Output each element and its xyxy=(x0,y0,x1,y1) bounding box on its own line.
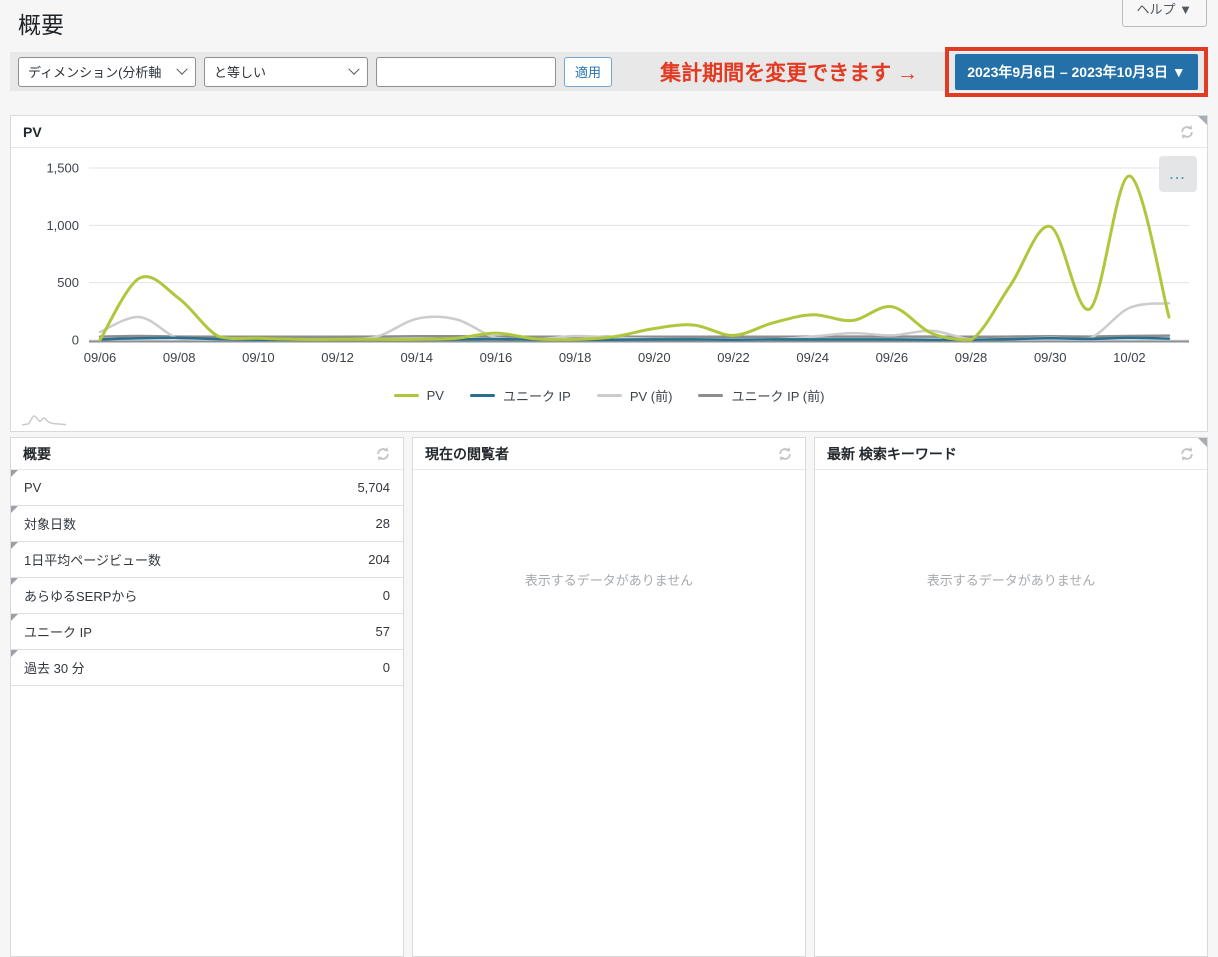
refresh-icon[interactable] xyxy=(777,446,793,462)
legend-swatch xyxy=(470,394,495,397)
corner-fold-icon xyxy=(11,614,18,621)
pv-panel-title: PV xyxy=(23,124,42,140)
corner-fold-icon xyxy=(11,506,18,513)
table-row: PV 5,704 xyxy=(11,470,403,506)
svg-text:09/30: 09/30 xyxy=(1034,350,1067,365)
legend-swatch xyxy=(597,394,622,397)
svg-text:09/28: 09/28 xyxy=(955,350,988,365)
table-row: 対象日数 28 xyxy=(11,506,403,542)
svg-text:09/16: 09/16 xyxy=(480,350,513,365)
svg-text:09/08: 09/08 xyxy=(163,350,196,365)
svg-text:09/06: 09/06 xyxy=(84,350,117,365)
current-visitors-panel: 現在の閲覧者 表示するデータがありません xyxy=(412,437,806,957)
current-visitors-header: 現在の閲覧者 xyxy=(413,438,805,470)
help-button-label: ヘルプ ▼ xyxy=(1137,0,1192,18)
legend-swatch xyxy=(394,394,419,397)
svg-text:09/10: 09/10 xyxy=(242,350,275,365)
legend-item[interactable]: ユニーク IP xyxy=(470,386,571,405)
svg-text:09/18: 09/18 xyxy=(559,350,592,365)
svg-text:09/22: 09/22 xyxy=(717,350,750,365)
annotation-text: 集計期間を変更できます → xyxy=(660,57,918,87)
empty-state-text: 表示するデータがありません xyxy=(413,470,805,589)
latest-keywords-header: 最新 検索キーワード xyxy=(815,438,1207,470)
apply-button[interactable]: 適用 xyxy=(564,57,612,87)
pv-chart-panel: PV 0 500 1,000 1,500 09/06 09/08 09/10 09/12 09/… xyxy=(10,115,1208,432)
corner-fold-icon xyxy=(11,542,18,549)
date-range-button[interactable]: 2023年9月6日 – 2023年10月3日 ▼ xyxy=(955,54,1198,90)
metric-value: 28 xyxy=(376,516,390,531)
empty-state-text: 表示するデータがありません xyxy=(815,470,1207,589)
metric-value: 204 xyxy=(368,552,390,567)
svg-text:09/12: 09/12 xyxy=(321,350,354,365)
metric-label: ユニーク IP xyxy=(24,622,92,641)
chart-options-button[interactable]: ... xyxy=(1159,156,1197,192)
filter-value-input[interactable] xyxy=(376,57,556,87)
summary-panel: 概要 PV 5,704 対象日数 28 1日平均ページビュー数 204 あらゆるSERPから… xyxy=(10,437,404,957)
metric-label: 1日平均ページビュー数 xyxy=(24,550,161,569)
chart-legend: PV ユニーク IP PV (前) ユニーク IP (前) xyxy=(11,386,1207,405)
latest-keywords-title: 最新 検索キーワード xyxy=(827,444,957,464)
summary-panel-header: 概要 xyxy=(11,438,403,470)
help-button[interactable]: ヘルプ ▼ xyxy=(1122,0,1207,27)
table-row: あらゆるSERPから 0 xyxy=(11,578,403,614)
pv-line-chart: 0 500 1,000 1,500 09/06 09/08 09/10 09/12 09/14 0… xyxy=(11,150,1207,380)
metric-label: あらゆるSERPから xyxy=(24,586,137,605)
refresh-icon[interactable] xyxy=(1179,446,1195,462)
svg-text:10/02: 10/02 xyxy=(1113,350,1146,365)
latest-keywords-panel: 最新 検索キーワード 表示するデータがありません xyxy=(814,437,1208,957)
sparkline-icon xyxy=(21,410,67,428)
chevron-down-icon xyxy=(176,63,187,74)
pv-panel-header: PV xyxy=(11,116,1207,148)
table-row: 過去 30 分 0 xyxy=(11,650,403,686)
chevron-down-icon xyxy=(348,63,359,74)
svg-text:1,500: 1,500 xyxy=(46,161,79,176)
dimension-select[interactable]: ディメンション(分析軸 xyxy=(18,57,196,87)
legend-item[interactable]: ユニーク IP (前) xyxy=(698,386,824,405)
legend-label: ユニーク IP (前) xyxy=(731,386,824,405)
page-title: 概要 xyxy=(18,6,64,40)
corner-fold-icon xyxy=(11,650,18,657)
filter-bar: ディメンション(分析軸 と等しい 適用 集計期間を変更できます → 2023年9… xyxy=(10,52,1208,91)
legend-label: PV xyxy=(427,388,444,403)
svg-text:09/24: 09/24 xyxy=(796,350,829,365)
corner-fold-icon xyxy=(11,578,18,585)
corner-fold-icon xyxy=(1198,438,1207,447)
legend-label: ユニーク IP xyxy=(503,386,571,405)
summary-panel-title: 概要 xyxy=(23,444,51,464)
bottom-panels-row: 概要 PV 5,704 対象日数 28 1日平均ページビュー数 204 あらゆるSERPから… xyxy=(10,437,1208,957)
svg-text:09/26: 09/26 xyxy=(876,350,909,365)
svg-text:500: 500 xyxy=(57,275,79,290)
current-visitors-title: 現在の閲覧者 xyxy=(425,444,509,464)
table-row: ユニーク IP 57 xyxy=(11,614,403,650)
svg-text:1,000: 1,000 xyxy=(46,218,79,233)
metric-value: 5,704 xyxy=(357,480,390,495)
metric-label: 過去 30 分 xyxy=(24,658,85,677)
metric-label: 対象日数 xyxy=(24,514,76,533)
operator-select[interactable]: と等しい xyxy=(204,57,368,87)
metric-value: 0 xyxy=(383,660,390,675)
legend-item[interactable]: PV (前) xyxy=(597,386,673,405)
dimension-select-value: ディメンション(分析軸 xyxy=(28,62,161,81)
svg-text:09/14: 09/14 xyxy=(400,350,433,365)
svg-text:09/20: 09/20 xyxy=(638,350,671,365)
metric-value: 0 xyxy=(383,588,390,603)
annotation-highlight-box: 2023年9月6日 – 2023年10月3日 ▼ xyxy=(945,47,1208,97)
corner-fold-icon xyxy=(1198,116,1207,125)
legend-swatch xyxy=(698,394,723,397)
svg-text:0: 0 xyxy=(72,333,79,348)
metric-label: PV xyxy=(24,480,41,495)
refresh-icon[interactable] xyxy=(375,446,391,462)
legend-label: PV (前) xyxy=(630,386,673,405)
summary-table: PV 5,704 対象日数 28 1日平均ページビュー数 204 あらゆるSERPから 0 ユニ… xyxy=(11,470,403,686)
refresh-icon[interactable] xyxy=(1179,124,1195,140)
metric-value: 57 xyxy=(376,624,390,639)
corner-fold-icon xyxy=(11,470,18,477)
operator-select-value: と等しい xyxy=(214,62,266,81)
table-row: 1日平均ページビュー数 204 xyxy=(11,542,403,578)
legend-item[interactable]: PV xyxy=(394,388,444,403)
